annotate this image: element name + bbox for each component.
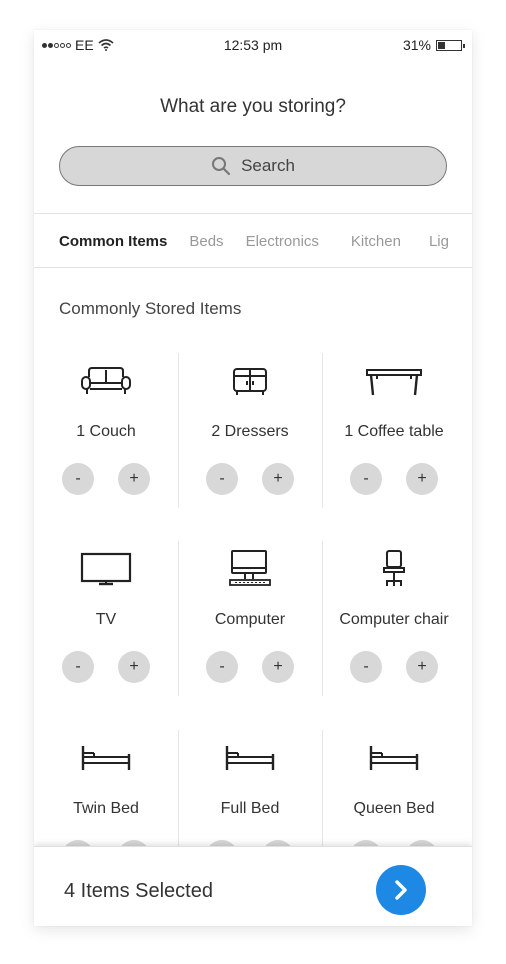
computer-icon [229, 550, 271, 586]
battery-icon [436, 39, 465, 51]
decrement-button[interactable]: - [350, 651, 382, 683]
bed-icon [225, 746, 275, 770]
item-card: 1 Coffee table - + [322, 353, 466, 508]
item-label: Computer chair [339, 611, 449, 628]
increment-button[interactable]: + [118, 463, 150, 495]
item-card: Computer - + [178, 541, 322, 696]
increment-button[interactable]: + [262, 651, 294, 683]
dresser-icon [233, 368, 267, 395]
item-label: Queen Bed [353, 800, 435, 817]
tab-lighting[interactable]: Lig [429, 233, 449, 250]
bed-icon [81, 746, 131, 770]
computer-chair-icon [383, 550, 405, 586]
tab-beds[interactable]: Beds [189, 233, 223, 250]
increment-button[interactable]: + [406, 463, 438, 495]
decrement-button[interactable]: - [206, 651, 238, 683]
tv-icon [80, 552, 132, 586]
search-input[interactable]: Search [59, 146, 447, 186]
decrement-button[interactable]: - [350, 463, 382, 495]
next-button[interactable] [376, 865, 426, 915]
item-card: TV - + [34, 541, 178, 696]
increment-button[interactable]: + [262, 463, 294, 495]
page-title: What are you storing? [160, 96, 346, 117]
status-bar: EE 12:53 pm 31% [34, 30, 472, 60]
item-card: 1 Couch - + [34, 353, 178, 508]
battery-info: 31% [402, 37, 465, 53]
increment-button[interactable]: + [406, 651, 438, 683]
battery-percent: 31% [402, 37, 431, 53]
phone-screen: EE 12:53 pm 31% What are you storing? Se… [34, 30, 472, 926]
search-icon [212, 157, 231, 176]
decrement-button[interactable]: - [206, 463, 238, 495]
item-label: Full Bed [220, 800, 280, 817]
decrement-button[interactable]: - [62, 651, 94, 683]
section-title: Commonly Stored Items [59, 299, 242, 318]
category-tabs: Common Items Beds Electronics Kitchen Li… [34, 213, 472, 268]
increment-button[interactable]: + [118, 651, 150, 683]
chevron-right-icon [395, 880, 407, 900]
tab-common-items[interactable]: Common Items [59, 233, 167, 250]
selected-count: 4 Items Selected [64, 880, 213, 902]
item-label: Twin Bed [73, 800, 139, 817]
item-label: 1 Coffee table [344, 423, 444, 440]
decrement-button[interactable]: - [62, 463, 94, 495]
couch-icon [81, 367, 131, 394]
bed-icon [369, 746, 419, 770]
item-card: Computer chair - + [322, 541, 466, 696]
item-label: TV [95, 611, 117, 628]
search-placeholder: Search [241, 156, 295, 175]
item-label: Computer [214, 611, 286, 628]
tab-electronics[interactable]: Electronics [246, 233, 319, 250]
item-label: 1 Couch [76, 423, 136, 440]
tab-kitchen[interactable]: Kitchen [351, 233, 401, 250]
item-card: 2 Dressers - + [178, 353, 322, 508]
item-label: 2 Dressers [211, 423, 289, 440]
coffee-table-icon [366, 369, 422, 396]
selection-footer: 4 Items Selected [34, 846, 472, 926]
